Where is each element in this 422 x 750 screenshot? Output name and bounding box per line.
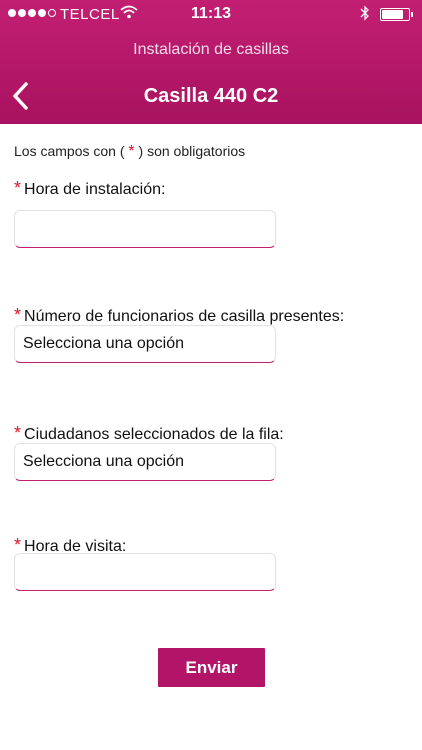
required-star: *: [14, 423, 22, 443]
status-bar: TELCEL 11:13: [0, 0, 422, 28]
numero-funcionarios-select[interactable]: Selecciona una opción: [14, 325, 276, 363]
field-label-text: Número de funcionarios de casilla presen…: [24, 308, 345, 325]
app-header: TELCEL 11:13 Instalación de casillas Cas…: [0, 0, 422, 124]
notice-star: *: [128, 143, 135, 160]
required-star: *: [14, 535, 22, 555]
required-fields-notice: Los campos con ( * ) son obligatorios: [14, 143, 245, 161]
field-label-ciudadanos-seleccionados: * Ciudadanos seleccionados de la fila:: [14, 423, 284, 444]
bluetooth-icon: [360, 4, 370, 26]
field-label-numero-funcionarios: * Número de funcionarios de casilla prese…: [14, 305, 344, 326]
submit-button[interactable]: Enviar: [158, 648, 265, 687]
field-label-text: Ciudadanos seleccionados de la fila:: [24, 426, 284, 443]
field-label-text: Hora de instalación:: [24, 181, 166, 198]
notice-suffix: ) son obligatorios: [138, 143, 246, 159]
hora-visita-input[interactable]: [14, 553, 276, 591]
clock: 11:13: [190, 5, 232, 22]
required-star: *: [14, 178, 22, 198]
notice-prefix: Los campos con (: [14, 143, 125, 159]
battery-icon: [380, 8, 413, 21]
required-star: *: [14, 305, 22, 325]
field-label-hora-instalacion: * Hora de instalación:: [14, 178, 165, 199]
ciudadanos-seleccionados-select[interactable]: Selecciona una opción: [14, 443, 276, 481]
page-title: Casilla 440 C2: [143, 85, 279, 107]
nav-subtitle: Instalación de casillas: [133, 41, 289, 58]
hora-instalacion-input[interactable]: [14, 210, 276, 248]
